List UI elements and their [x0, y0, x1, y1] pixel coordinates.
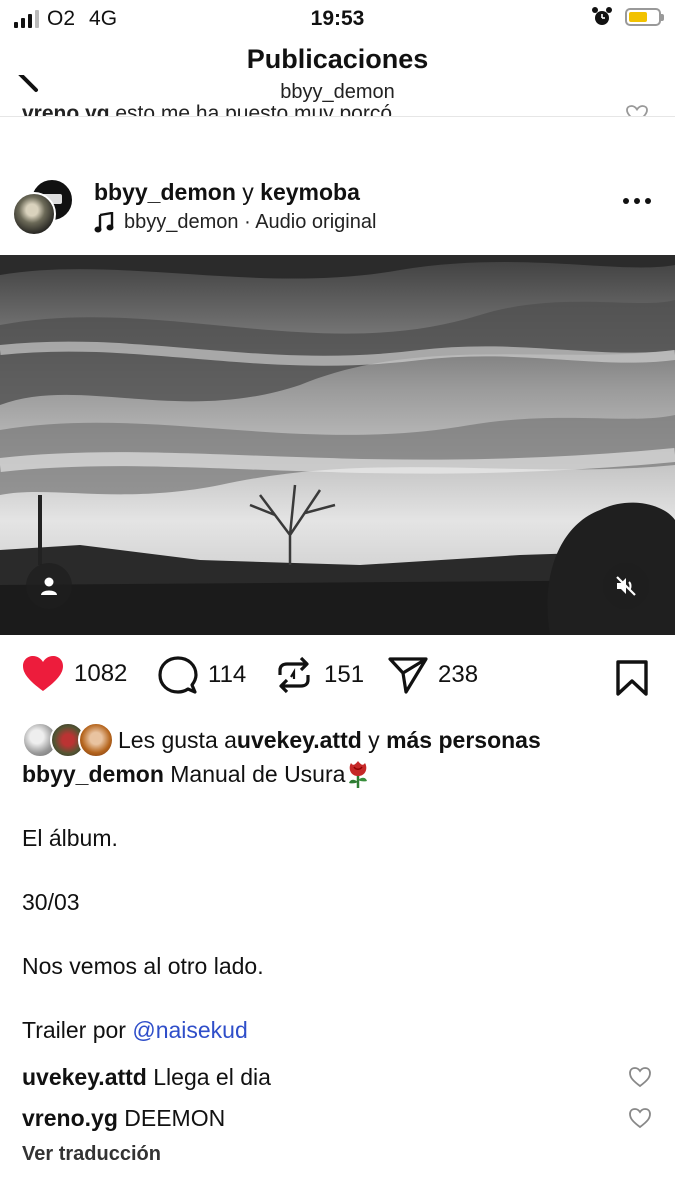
post-video[interactable] [0, 255, 675, 635]
comment-count: 114 [208, 661, 247, 688]
repost-icon [278, 656, 310, 694]
dot-icon [634, 198, 640, 204]
previous-comment-peek: vreno.yg esto me ha puesto muy porcó [22, 102, 393, 117]
post-actions: 1082 114 151 238 [0, 655, 675, 703]
avatar-bbyy-demon[interactable] [12, 192, 56, 236]
more-likers-link[interactable]: más personas [386, 727, 541, 754]
tagged-users-button[interactable] [26, 563, 72, 609]
like-count: 1082 [74, 660, 128, 687]
speaker-muted-icon [616, 576, 636, 596]
like-button[interactable]: 1082 [22, 655, 127, 693]
save-button[interactable] [615, 659, 649, 702]
comment-button[interactable]: 114 [158, 655, 246, 695]
music-note-icon [94, 211, 114, 232]
mention-link[interactable]: @naisekud [132, 1017, 247, 1043]
post-header: bbyy_demon y keymoba bbyy_demon · Audio … [0, 170, 675, 250]
dot-icon [645, 198, 651, 204]
caption-line: 30/03 [22, 889, 80, 915]
heart-outline-icon[interactable] [625, 104, 649, 117]
person-icon [41, 577, 57, 595]
battery-icon [625, 8, 664, 26]
caption-username[interactable]: bbyy_demon [22, 761, 164, 787]
comment-text: Llega el dia [146, 1064, 271, 1090]
audio-link[interactable]: bbyy_demon · Audio original [94, 211, 376, 234]
post-authors: bbyy_demon y keymoba [94, 179, 360, 205]
heart-outline-icon[interactable] [628, 1066, 652, 1088]
author-link-2[interactable]: keymoba [260, 179, 360, 205]
heart-outline-icon[interactable] [628, 1107, 652, 1129]
comment-username[interactable]: vreno.yg [22, 1105, 118, 1131]
dot-icon [623, 198, 629, 204]
clock: 19:53 [310, 7, 365, 30]
repost-count: 151 [324, 661, 365, 688]
comment-row: vreno.yg DEEMON [22, 1105, 652, 1132]
liker-avatars [22, 722, 114, 758]
comment-username[interactable]: uvekey.attd [22, 1064, 147, 1090]
avatar [78, 722, 114, 758]
comment-row: uvekey.attd Llega el dia [22, 1064, 652, 1091]
see-translation-link[interactable]: Ver traducción [22, 1143, 161, 1166]
heart-filled-icon [23, 656, 63, 691]
more-options-button[interactable] [623, 198, 651, 204]
liked-by-line[interactable]: Les gusta a uvekey.attd y más personas [22, 722, 541, 758]
liker-username[interactable]: uvekey.attd [237, 727, 362, 754]
paper-plane-icon [388, 657, 428, 694]
page-subtitle[interactable]: bbyy_demon [0, 81, 675, 104]
caption-line: Nos vemos al otro lado. [22, 953, 264, 979]
status-bar: O2 4G 19:53 [0, 0, 675, 38]
share-button[interactable]: 238 [388, 655, 478, 695]
author-link-1[interactable]: bbyy_demon [94, 179, 236, 205]
share-count: 238 [438, 661, 479, 688]
comment-bubble-icon [158, 656, 198, 694]
rose-icon [349, 761, 368, 788]
landscape-image [0, 255, 675, 635]
page-title: Publicaciones [0, 44, 675, 75]
post-caption: bbyy_demon Manual de Usura El álbum. 30/… [22, 758, 652, 1046]
top-nav: vreno.yg esto me ha puesto muy porcó Pub… [0, 38, 675, 117]
alarm-clock-icon [592, 7, 612, 25]
repost-button[interactable]: 151 [274, 655, 364, 695]
caption-line: El álbum. [22, 825, 118, 851]
bookmark-icon [616, 660, 648, 696]
comment-text: DEEMON [117, 1105, 226, 1131]
mute-button[interactable] [603, 563, 649, 609]
